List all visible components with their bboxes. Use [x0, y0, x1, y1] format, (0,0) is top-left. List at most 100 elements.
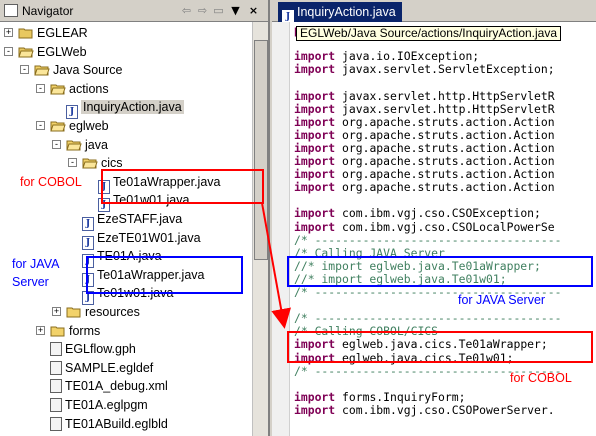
editor-gutter [272, 22, 290, 436]
code-keyword: import [294, 140, 336, 155]
code-text: javax.servlet.ServletException; [335, 62, 555, 77]
code-line: import org.apache.struts.action.Action [294, 140, 555, 155]
view-menu-icon[interactable]: ▼ [228, 3, 243, 18]
navigator-panel: Navigator ⇦ ⇨ ▭ ▼ × + EGLEAR - EGLWeb - Java … [0, 0, 270, 436]
code-line: import java.io.IOException; [294, 50, 479, 63]
code-keyword: import [294, 62, 336, 77]
code-text: com.ibm.vgj.cso.CSOException; [335, 206, 541, 221]
tree-item[interactable]: TE01A.eglpgm [50, 397, 148, 413]
expand-icon[interactable]: + [36, 325, 45, 335]
code-text: javax.servlet.http.HttpServletR [335, 101, 555, 116]
tree-item-label: EzeSTAFF.java [97, 212, 183, 226]
back-arrow-icon[interactable]: ⇦ [179, 3, 194, 18]
up-folder-icon[interactable]: ▭ [211, 3, 226, 18]
code-line: import org.apache.struts.action.Action [294, 181, 555, 194]
code-line: import org.apache.struts.action.Action [294, 114, 555, 129]
code-line: import org.apache.struts.action.Action [294, 127, 555, 142]
for-java-label-left-1: for JAVA [12, 257, 60, 271]
folder-icon [34, 64, 50, 76]
code-text: org.apache.struts.action.Action [335, 180, 555, 195]
folder-icon [50, 120, 66, 132]
code-line: import javax.servlet.http.HttpServletR [294, 101, 555, 116]
code-line: import com.ibm.vgj.cso.CSOLocalPowerSe [294, 219, 555, 234]
file-icon [50, 398, 62, 412]
tree-item-label: InquiryAction.java [81, 100, 184, 115]
navigator-header: Navigator ⇦ ⇨ ▭ ▼ × [0, 0, 268, 22]
tree-item[interactable]: - java [52, 137, 108, 153]
code-keyword: import [294, 219, 336, 234]
tree-item[interactable]: J EzeTE01W01.java [82, 230, 201, 250]
expand-icon[interactable]: + [4, 28, 13, 37]
scrollbar-thumb[interactable] [254, 40, 268, 260]
code-keyword: import [294, 114, 336, 129]
for-cobol-label-left: for COBOL [20, 175, 82, 189]
tree-item[interactable]: TE01ABuild.eglbld [50, 416, 168, 432]
code-comment: /* ------------------------------------ [294, 232, 562, 247]
tree-item-label: Java Source [53, 63, 123, 78]
code-line: import javax.servlet.http.HttpServletR [294, 88, 555, 103]
code-keyword: import [294, 101, 336, 116]
forward-arrow-icon[interactable]: ⇨ [195, 3, 210, 18]
for-java-server-label-right: for JAVA Server [458, 293, 546, 307]
tree-item-label: TE01A_debug.xml [65, 379, 168, 394]
java-server-imports-box [287, 256, 593, 287]
tree-item-label: EGLWeb [37, 44, 87, 59]
tree-item[interactable]: + resources [52, 304, 140, 320]
tree-item[interactable]: + forms [36, 323, 100, 339]
code-line: import forms.InquiryForm; [294, 389, 466, 404]
tree-item[interactable]: EGLflow.gph [50, 341, 136, 357]
tree-item-label: resources [85, 305, 140, 319]
collapse-icon[interactable]: - [4, 46, 13, 56]
tree-item[interactable]: - eglweb [36, 118, 109, 134]
expand-icon[interactable]: + [52, 307, 61, 316]
collapse-icon[interactable]: - [52, 139, 61, 149]
code-keyword: import [294, 389, 336, 404]
tree-item[interactable]: SAMPLE.egldef [50, 360, 153, 376]
navigator-scrollbar[interactable] [252, 22, 268, 436]
code-text: com.ibm.vgj.cso.CSOPowerServer. [335, 402, 555, 417]
folder-icon [50, 325, 66, 337]
tree-item[interactable]: - Java Source [20, 62, 123, 78]
cobol-wrapper-box-left [101, 169, 264, 204]
code-text: org.apache.struts.action.Action [335, 140, 555, 155]
folder-icon [66, 306, 82, 318]
tree-item[interactable]: TE01A_debug.xml [50, 378, 168, 394]
for-cobol-label-right: for COBOL [510, 371, 572, 385]
code-line: /* ------------------------------------ [294, 232, 562, 247]
file-icon [50, 416, 62, 431]
folder-icon [50, 83, 66, 95]
folder-icon [66, 139, 82, 151]
code-keyword: import [294, 180, 336, 195]
tab-inquiryaction[interactable]: J InquiryAction.java [278, 2, 402, 24]
tree-item-label: actions [69, 81, 109, 96]
collapse-icon[interactable]: - [68, 158, 77, 168]
tree-item[interactable]: - EGLWeb [4, 44, 87, 60]
file-icon [50, 379, 62, 394]
for-java-label-left-2: Server [12, 275, 49, 289]
collapse-icon[interactable]: - [36, 83, 45, 93]
file-path-tooltip: EGLWeb/Java Source/actions/InquiryAction… [296, 26, 562, 41]
tree-item-label: EGLflow.gph [65, 342, 136, 357]
project-folder-icon [18, 46, 34, 58]
collapse-icon[interactable]: - [20, 65, 29, 75]
tree-item[interactable]: J EzeSTAFF.java [82, 211, 183, 231]
file-icon [50, 360, 62, 375]
folder-icon [82, 157, 98, 169]
close-view-icon[interactable]: × [246, 3, 261, 18]
java-wrapper-box-left [86, 256, 243, 294]
code-text: forms.InquiryForm; [335, 389, 466, 404]
tree-item[interactable]: + EGLEAR [4, 25, 88, 41]
project-folder-icon [18, 27, 34, 39]
tree-item[interactable]: - actions [36, 81, 109, 97]
tree-item-label: eglweb [69, 119, 109, 133]
tree-item[interactable]: J InquiryAction.java [66, 99, 184, 120]
code-keyword: import [294, 167, 336, 182]
code-line: import com.ibm.vgj.cso.CSOException; [294, 207, 541, 220]
navigator-view-icon [4, 4, 18, 17]
navigator-title: Navigator [22, 4, 74, 18]
tree-item-label: java [85, 137, 108, 152]
code-text: javax.servlet.http.HttpServletR [335, 88, 555, 103]
code-keyword: import [294, 127, 336, 142]
collapse-icon[interactable]: - [36, 121, 45, 130]
code-keyword: import [294, 206, 336, 221]
